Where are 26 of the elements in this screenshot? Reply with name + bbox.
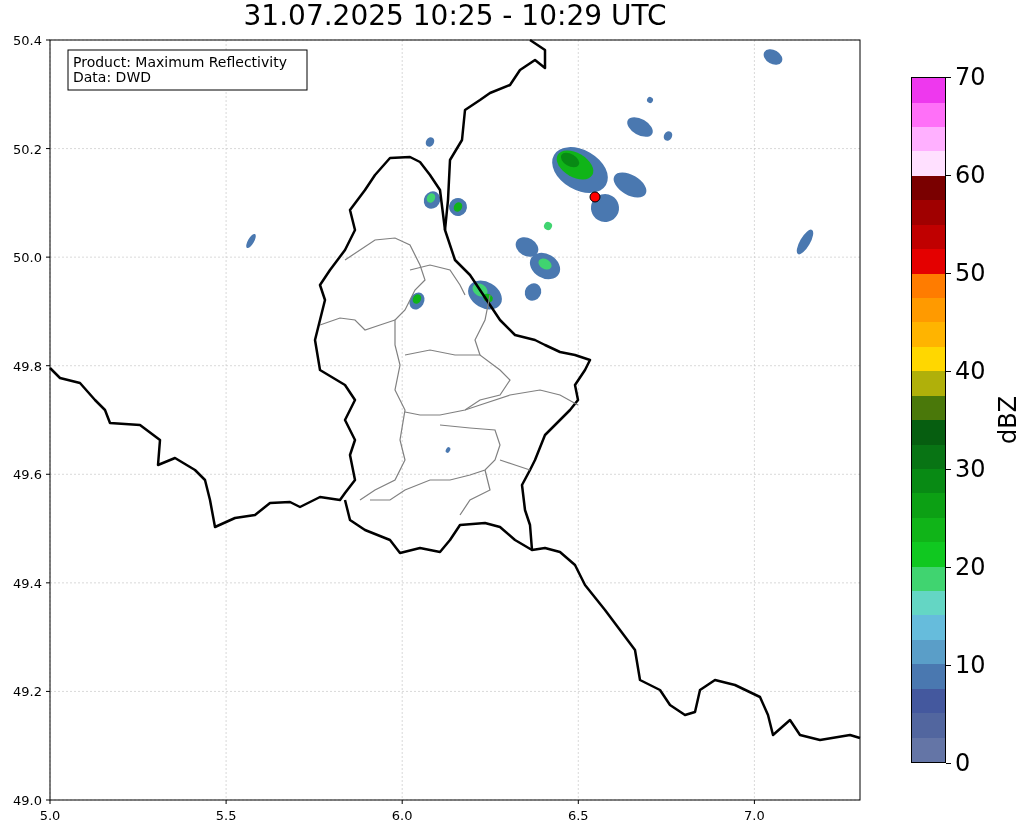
y-tick-label: 49.0	[13, 793, 42, 808]
colorbar-tick-label: 10	[955, 653, 986, 677]
y-tick-label: 49.4	[13, 575, 42, 591]
colorbar-tick-label: 70	[955, 65, 986, 89]
colorbar-label: dBZ	[996, 395, 1020, 445]
x-tick-label: 6.5	[567, 808, 589, 823]
x-tick-label: 7.0	[744, 808, 765, 823]
legend-text: Product: Maximum Reflectivity	[73, 54, 287, 70]
x-tick-label: 6.0	[391, 808, 413, 823]
colorbar-tick-label: 30	[955, 457, 986, 481]
y-tick-label: 49.8	[13, 358, 42, 374]
colorbar-tick-label: 50	[955, 261, 986, 285]
chart-title: 31.07.2025 10:25 - 10:29 UTC	[243, 2, 667, 30]
y-tick-label: 50.0	[13, 250, 42, 266]
y-tick-label: 49.2	[13, 684, 42, 700]
y-tick-label: 50.4	[13, 33, 42, 48]
colorbar-tick-label: 0	[955, 751, 971, 775]
colorbar-tick-label: 20	[955, 555, 986, 579]
colorbar-tick-label: 40	[955, 359, 986, 383]
x-tick-label: 5.0	[39, 808, 61, 823]
location-marker	[589, 191, 601, 203]
x-tick-label: 5.5	[215, 808, 237, 823]
legend-text: Data: DWD	[73, 69, 151, 85]
y-tick-label: 50.2	[13, 141, 42, 157]
colorbar-tick-label: 60	[955, 163, 986, 187]
y-tick-label: 49.6	[13, 467, 42, 483]
